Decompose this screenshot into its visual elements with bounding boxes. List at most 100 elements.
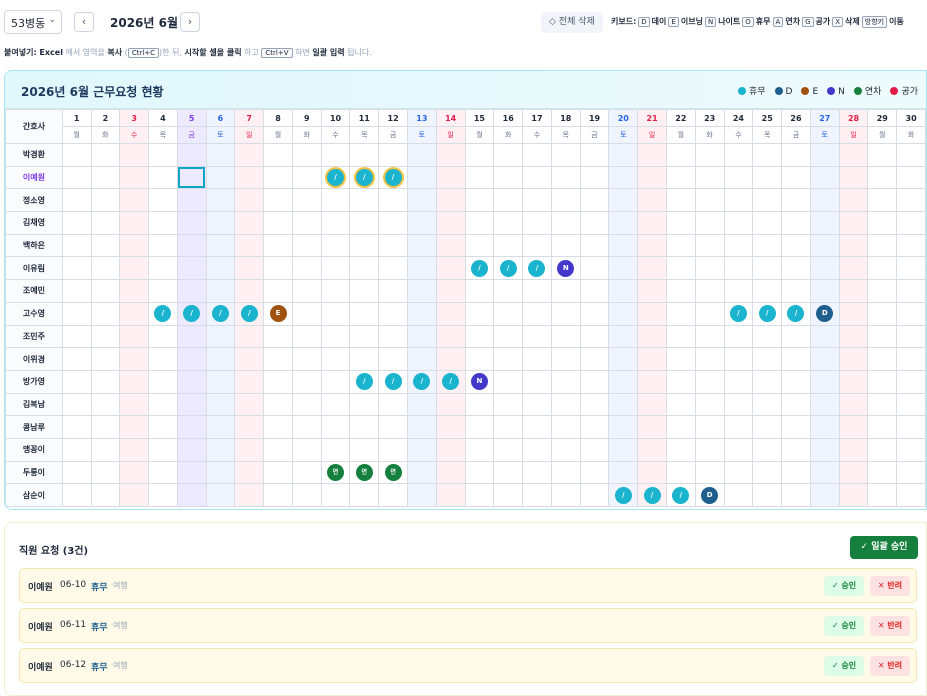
schedule-cell[interactable]	[176, 460, 207, 485]
schedule-cell[interactable]	[637, 188, 667, 213]
schedule-cell[interactable]	[522, 437, 552, 462]
schedule-cell[interactable]	[176, 437, 207, 462]
schedule-cell[interactable]	[637, 279, 667, 303]
schedule-cell[interactable]	[90, 301, 121, 326]
schedule-cell[interactable]	[320, 279, 351, 303]
schedule-cell[interactable]: 연	[349, 460, 380, 485]
delete-all-button[interactable]: ◇ 전체 삭제	[541, 12, 603, 33]
schedule-cell[interactable]	[579, 324, 610, 349]
schedule-cell[interactable]	[263, 188, 293, 213]
schedule-cell[interactable]	[665, 369, 696, 394]
schedule-cell[interactable]	[378, 392, 408, 417]
schedule-cell[interactable]	[119, 256, 149, 281]
schedule-cell[interactable]	[291, 256, 322, 281]
schedule-cell[interactable]	[147, 460, 178, 485]
schedule-cell[interactable]	[119, 143, 149, 167]
schedule-cell[interactable]	[637, 256, 667, 281]
schedule-cell[interactable]	[579, 437, 610, 462]
schedule-cell[interactable]	[320, 483, 351, 507]
schedule-cell[interactable]	[435, 165, 466, 190]
schedule-cell[interactable]	[867, 460, 898, 485]
schedule-cell[interactable]: /	[665, 483, 696, 507]
schedule-cell[interactable]	[349, 437, 380, 462]
schedule-cell[interactable]	[61, 211, 92, 235]
schedule-cell[interactable]	[119, 165, 149, 190]
schedule-cell[interactable]	[234, 369, 265, 394]
schedule-cell[interactable]	[61, 188, 92, 213]
schedule-cell[interactable]	[205, 369, 236, 394]
schedule-cell[interactable]	[550, 143, 581, 167]
schedule-cell[interactable]	[320, 211, 351, 235]
schedule-cell[interactable]	[550, 279, 581, 303]
schedule-cell[interactable]: E	[263, 301, 293, 326]
nurse-name[interactable]: 고수영	[5, 301, 63, 326]
schedule-cell[interactable]	[493, 211, 524, 235]
schedule-cell[interactable]	[752, 392, 783, 417]
schedule-cell[interactable]	[263, 347, 293, 371]
nurse-name[interactable]: 삼순이	[5, 483, 63, 507]
schedule-cell[interactable]	[867, 369, 898, 394]
schedule-cell[interactable]	[579, 211, 610, 235]
schedule-cell[interactable]	[608, 279, 639, 303]
schedule-cell[interactable]	[694, 347, 725, 371]
schedule-cell[interactable]	[90, 188, 121, 213]
schedule-cell[interactable]	[119, 415, 149, 439]
schedule-cell[interactable]	[435, 437, 466, 462]
schedule-cell[interactable]	[809, 279, 840, 303]
schedule-cell[interactable]	[637, 324, 667, 349]
schedule-cell[interactable]	[637, 460, 667, 485]
schedule-cell[interactable]	[205, 279, 236, 303]
schedule-cell[interactable]	[579, 143, 610, 167]
schedule-cell[interactable]	[665, 279, 696, 303]
schedule-cell[interactable]	[781, 165, 811, 190]
schedule-cell[interactable]	[291, 211, 322, 235]
schedule-cell[interactable]	[378, 256, 408, 281]
schedule-cell[interactable]	[896, 233, 926, 258]
schedule-cell[interactable]	[234, 460, 265, 485]
schedule-cell[interactable]	[90, 347, 121, 371]
schedule-cell[interactable]	[263, 324, 293, 349]
schedule-cell[interactable]	[781, 437, 811, 462]
schedule-cell[interactable]	[464, 483, 495, 507]
schedule-cell[interactable]	[493, 188, 524, 213]
next-month-button[interactable]: ›	[180, 12, 200, 32]
schedule-cell[interactable]	[320, 301, 351, 326]
schedule-cell[interactable]	[378, 301, 408, 326]
schedule-cell[interactable]	[637, 233, 667, 258]
schedule-cell[interactable]	[838, 279, 869, 303]
schedule-cell[interactable]	[406, 188, 437, 213]
schedule-cell[interactable]	[291, 165, 322, 190]
schedule-cell[interactable]	[147, 211, 178, 235]
schedule-cell[interactable]	[291, 415, 322, 439]
schedule-cell[interactable]	[752, 415, 783, 439]
schedule-cell[interactable]: /	[378, 369, 408, 394]
schedule-cell[interactable]	[752, 483, 783, 507]
schedule-cell[interactable]	[867, 437, 898, 462]
schedule-cell[interactable]	[694, 437, 725, 462]
schedule-cell[interactable]	[694, 301, 725, 326]
schedule-cell[interactable]: 연	[378, 460, 408, 485]
schedule-cell[interactable]	[781, 415, 811, 439]
schedule-cell[interactable]	[147, 188, 178, 213]
schedule-cell[interactable]	[435, 279, 466, 303]
schedule-cell[interactable]	[665, 347, 696, 371]
schedule-cell[interactable]	[176, 233, 207, 258]
schedule-cell[interactable]	[809, 165, 840, 190]
schedule-cell[interactable]	[637, 437, 667, 462]
schedule-cell[interactable]	[867, 279, 898, 303]
schedule-cell[interactable]	[406, 279, 437, 303]
schedule-cell[interactable]	[90, 369, 121, 394]
schedule-cell[interactable]: /	[205, 301, 236, 326]
schedule-cell[interactable]	[838, 369, 869, 394]
schedule-cell[interactable]	[579, 279, 610, 303]
schedule-cell[interactable]	[464, 392, 495, 417]
schedule-cell[interactable]	[579, 483, 610, 507]
schedule-cell[interactable]	[464, 347, 495, 371]
schedule-cell[interactable]: D	[694, 483, 725, 507]
schedule-cell[interactable]	[723, 211, 754, 235]
schedule-cell[interactable]	[378, 143, 408, 167]
schedule-cell[interactable]	[838, 483, 869, 507]
schedule-cell[interactable]	[119, 211, 149, 235]
schedule-cell[interactable]	[579, 301, 610, 326]
schedule-cell[interactable]	[896, 347, 926, 371]
